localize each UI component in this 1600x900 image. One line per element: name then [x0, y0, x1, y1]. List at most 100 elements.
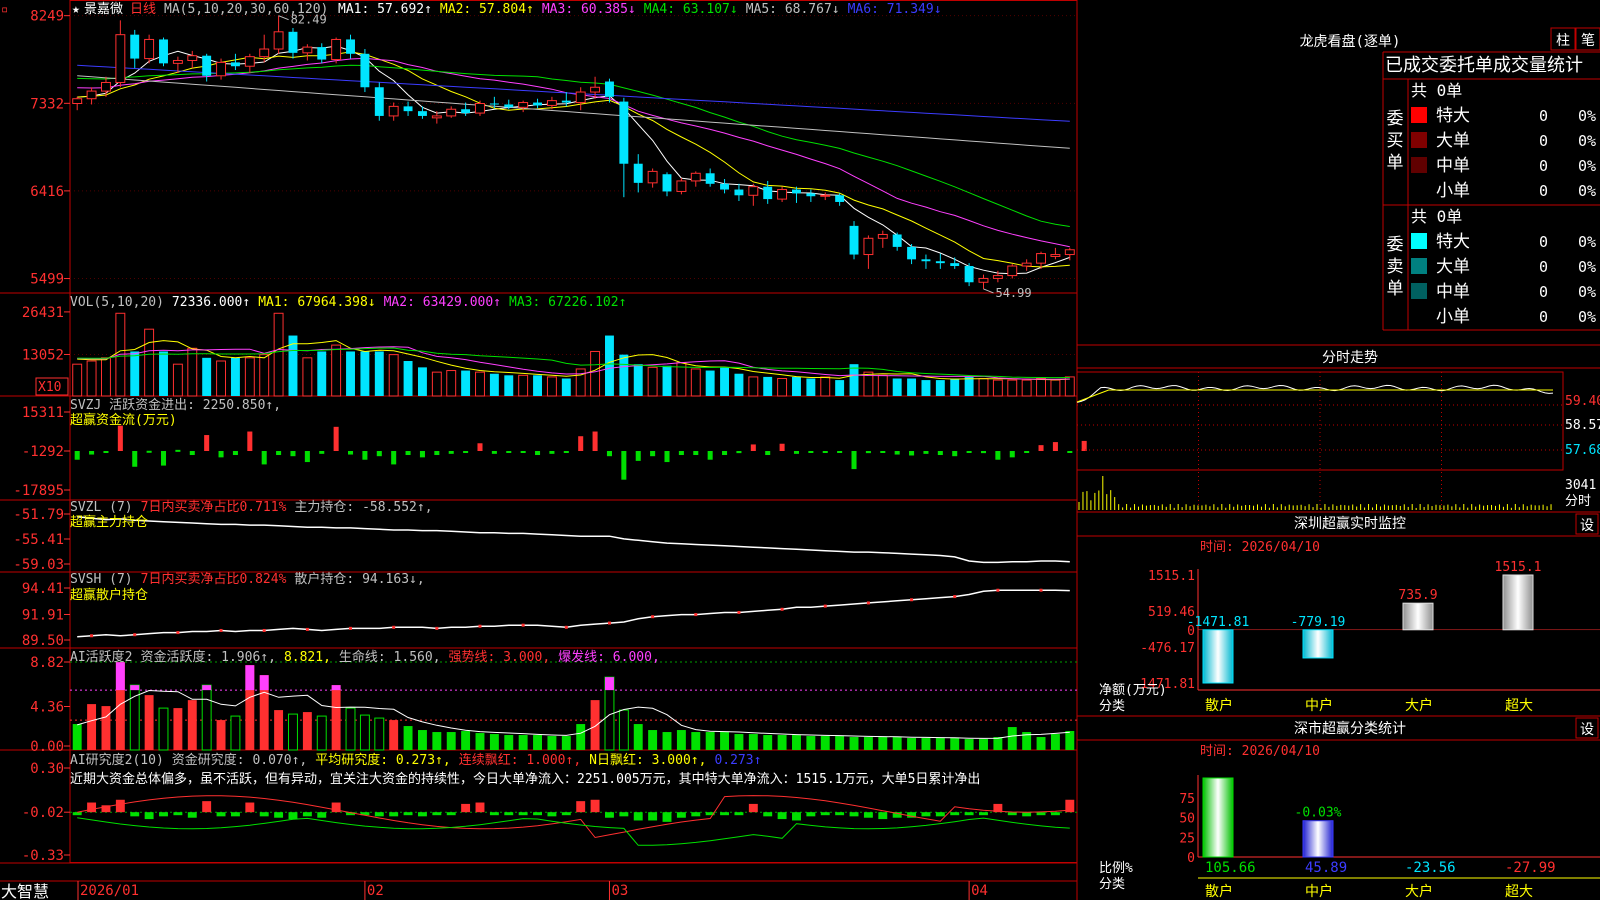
candle-body[interactable]	[705, 173, 715, 184]
money-flow-bar[interactable]	[1052, 442, 1058, 451]
money-flow-bar[interactable]	[822, 451, 828, 453]
activity-bar[interactable]	[935, 738, 945, 750]
activity-bar[interactable]	[475, 733, 485, 750]
money-flow-bar[interactable]	[477, 443, 483, 451]
volume-bar[interactable]	[1064, 376, 1075, 397]
money-flow-bar[interactable]	[391, 451, 397, 465]
research-bar[interactable]	[446, 812, 456, 816]
money-flow-bar[interactable]	[549, 451, 555, 454]
classify-bar-0[interactable]	[1202, 777, 1234, 858]
candle-body[interactable]	[533, 102, 542, 106]
candle-body[interactable]	[1021, 262, 1032, 267]
activity-bar[interactable]	[389, 720, 399, 750]
activity-bar[interactable]	[964, 739, 974, 750]
volume-bar[interactable]	[431, 371, 442, 397]
money-flow-bar[interactable]	[880, 451, 886, 453]
activity-bar[interactable]	[950, 738, 960, 750]
money-flow-bar[interactable]	[779, 443, 785, 451]
money-flow-bar[interactable]	[966, 451, 972, 453]
activity-bar[interactable]	[878, 737, 888, 750]
volume-bar[interactable]	[792, 376, 801, 396]
money-flow-bar[interactable]	[376, 451, 382, 457]
research-bar[interactable]	[504, 812, 514, 816]
volume-bar[interactable]	[244, 357, 255, 397]
activity-bar[interactable]	[359, 714, 370, 751]
research-bar[interactable]	[403, 812, 413, 816]
volume-bar[interactable]	[935, 380, 945, 396]
longhu-tab-label[interactable]: 笔	[1581, 33, 1595, 49]
candle-body[interactable]	[921, 259, 931, 262]
volume-bar[interactable]	[446, 370, 457, 397]
volume-bar[interactable]	[144, 328, 155, 397]
activity-bar[interactable]	[590, 700, 600, 750]
activity-bar[interactable]	[1065, 730, 1075, 750]
candle-body[interactable]	[792, 189, 801, 194]
activity-bar[interactable]	[633, 724, 643, 750]
activity-bar[interactable]	[274, 710, 284, 750]
money-flow-bar[interactable]	[405, 451, 411, 456]
candle-body[interactable]	[461, 109, 471, 114]
candle-body[interactable]	[504, 104, 514, 108]
candle-body[interactable]	[748, 186, 759, 196]
activity-bar[interactable]	[216, 720, 226, 750]
volume-bar[interactable]	[1021, 379, 1032, 397]
activity-bar[interactable]	[518, 735, 528, 750]
research-bar[interactable]	[561, 812, 571, 816]
money-flow-bar[interactable]	[189, 451, 195, 456]
research-bar[interactable]	[950, 812, 960, 816]
candle-body[interactable]	[273, 31, 284, 50]
activity-bar[interactable]	[87, 704, 97, 750]
volume-bar[interactable]	[1036, 378, 1046, 397]
monitor-bar-2[interactable]	[1402, 602, 1434, 631]
research-bar[interactable]	[720, 812, 730, 816]
activity-bar[interactable]	[863, 737, 873, 750]
volume-bar[interactable]	[504, 375, 514, 396]
candle-body[interactable]	[72, 98, 83, 105]
research-bar[interactable]	[605, 812, 614, 818]
money-flow-bar[interactable]	[750, 444, 756, 451]
money-flow-bar[interactable]	[722, 451, 728, 456]
money-flow-bar[interactable]	[535, 451, 541, 456]
activity-bar[interactable]	[835, 736, 845, 750]
candle-body[interactable]	[835, 195, 845, 202]
money-flow-bar[interactable]	[146, 450, 152, 453]
volume-bar[interactable]	[533, 375, 542, 396]
money-flow-bar[interactable]	[304, 451, 310, 463]
volume-bar[interactable]	[590, 350, 601, 397]
money-flow-bar[interactable]	[1009, 451, 1015, 458]
money-flow-bar[interactable]	[995, 451, 1001, 460]
money-flow-bar[interactable]	[937, 451, 943, 456]
candle-body[interactable]	[964, 266, 974, 283]
candle-body[interactable]	[230, 62, 240, 67]
activity-bar[interactable]	[230, 715, 241, 751]
volume-bar[interactable]	[921, 380, 931, 396]
volume-bar[interactable]	[964, 376, 974, 396]
research-bar[interactable]	[518, 812, 528, 816]
money-flow-bar[interactable]	[837, 451, 843, 453]
money-flow-bar[interactable]	[175, 449, 181, 452]
activity-bar[interactable]	[662, 732, 672, 750]
candle-body[interactable]	[360, 53, 370, 88]
activity-bar[interactable]	[316, 715, 327, 751]
money-flow-bar[interactable]	[434, 451, 440, 456]
research-bar[interactable]	[878, 812, 888, 820]
candle-body[interactable]	[159, 39, 168, 64]
research-bar[interactable]	[461, 803, 471, 813]
candle-body[interactable]	[777, 189, 788, 200]
volume-bar[interactable]	[172, 363, 183, 397]
candle-body[interactable]	[863, 237, 874, 256]
volume-bar[interactable]	[877, 374, 888, 397]
candle-body[interactable]	[992, 275, 1003, 279]
research-bar[interactable]	[173, 812, 183, 816]
volume-bar[interactable]	[101, 357, 111, 397]
volume-bar[interactable]	[259, 354, 270, 397]
candle-body[interactable]	[935, 261, 945, 264]
activity-bar[interactable]	[504, 735, 514, 750]
research-bar[interactable]	[159, 812, 168, 817]
candle-body[interactable]	[690, 172, 701, 182]
candle-body[interactable]	[374, 87, 384, 116]
research-bar[interactable]	[734, 812, 744, 816]
money-flow-bar[interactable]	[74, 451, 80, 460]
longhu-tab-label[interactable]: 柱	[1556, 33, 1570, 49]
research-bar[interactable]	[662, 812, 672, 822]
